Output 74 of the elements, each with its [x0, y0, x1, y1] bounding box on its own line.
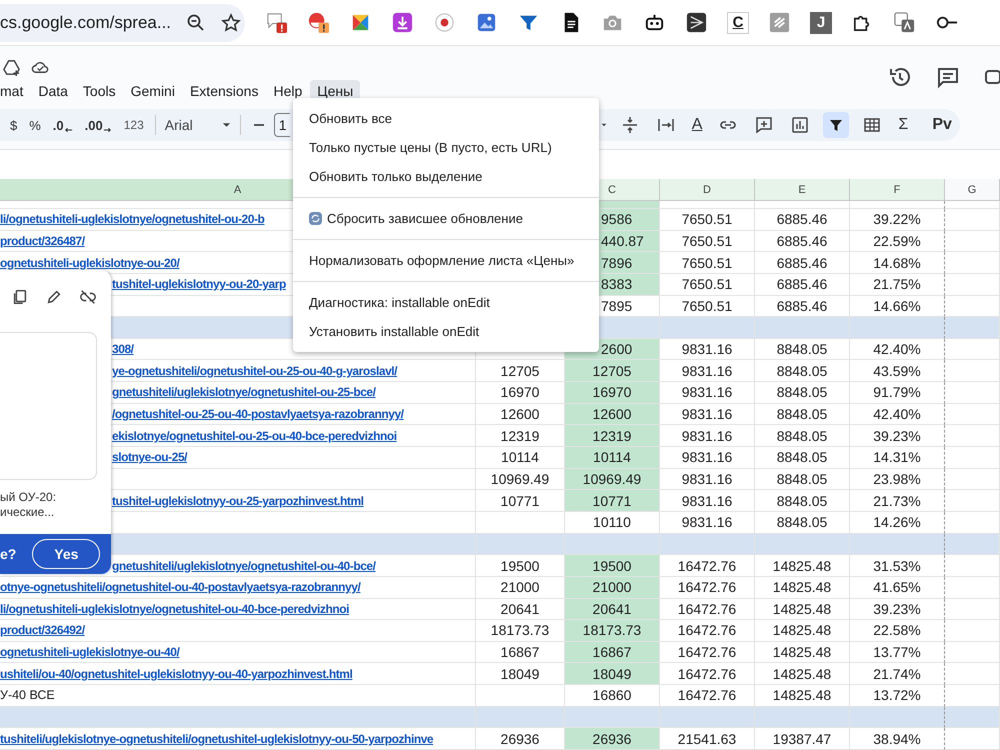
table-cell: 42.40% — [850, 338, 945, 360]
table-cell: 8848.05 — [755, 468, 850, 490]
table-cell: 21541.63 — [660, 728, 755, 750]
table-cell: 16472.76 — [660, 620, 755, 642]
table-cell: 16970 — [565, 382, 660, 404]
table-cell: 38.94% — [850, 728, 945, 750]
table-cell: 10771 — [565, 490, 660, 512]
table-cell: 14.68% — [850, 252, 945, 274]
table-cell: 7650.51 — [660, 252, 755, 274]
table-cell: 26936 — [565, 728, 660, 750]
table-cell: 10969.49 — [565, 468, 660, 490]
table-cell: 20641 — [565, 598, 660, 620]
table-cell: 42.40% — [850, 404, 945, 426]
table-cell: 14.31% — [850, 447, 945, 469]
table-cell: 6885.46 — [755, 230, 850, 252]
table-cell: 21.73% — [850, 490, 945, 512]
table-cell: 21.74% — [850, 663, 945, 686]
table-cell: 7650.51 — [660, 209, 755, 231]
table-cell: 6885.46 — [755, 209, 850, 231]
table-cell: 8848.05 — [755, 490, 850, 512]
table-cell: 91.79% — [850, 382, 945, 404]
table-cell: 10114 — [565, 447, 660, 469]
table-cell: 6885.46 — [755, 274, 850, 296]
table-cell: 12600 — [565, 404, 660, 426]
table-cell: 9831.16 — [660, 468, 755, 490]
table-cell: 41.65% — [850, 576, 945, 599]
table-cell: 9831.16 — [660, 382, 755, 404]
table-cell: 12319 — [565, 425, 660, 448]
table-cell: 22.58% — [850, 620, 945, 642]
table-cell: 9831.16 — [660, 490, 755, 512]
table-cell: 23.98% — [850, 468, 945, 490]
table-cell: 14825.48 — [755, 555, 850, 577]
table-cell: 39.22% — [850, 209, 945, 231]
table-cell: 8848.05 — [755, 425, 850, 448]
table-cell: 9831.16 — [660, 404, 755, 426]
table-cell: 14825.48 — [755, 598, 850, 620]
table-cell: 6885.46 — [755, 252, 850, 274]
table-cell: 16472.76 — [660, 598, 755, 620]
table-cell: 19500 — [565, 555, 660, 577]
table-cell: 8848.05 — [755, 447, 850, 469]
table-cell: 7650.51 — [660, 230, 755, 252]
table-cell: 22.59% — [850, 230, 945, 252]
table-cell: 9831.16 — [660, 425, 755, 448]
table-cell: 8848.05 — [755, 382, 850, 404]
table-cell: 12705 — [565, 360, 660, 382]
table-cell: 43.59% — [850, 360, 945, 382]
table-cell: 8848.05 — [755, 404, 850, 426]
table-cell: 19387.47 — [755, 728, 850, 750]
table-cell: 7650.51 — [660, 274, 755, 296]
table-cell: 8848.05 — [755, 338, 850, 360]
table-cell: 14825.48 — [755, 576, 850, 599]
table-cell: 9831.16 — [660, 338, 755, 360]
table-cell: 39.23% — [850, 598, 945, 620]
preview-text: ый ОУ-20: ические... — [0, 489, 58, 520]
table-cell: 39.23% — [850, 425, 945, 448]
table-cell: 18173.73 — [565, 620, 660, 642]
table-cell: 16867 — [565, 642, 660, 664]
table-cell: 9831.16 — [660, 360, 755, 382]
prompt-text: e? — [0, 546, 16, 562]
table-cell: 13.77% — [850, 642, 945, 664]
table-cell: 14825.48 — [755, 663, 850, 686]
table-cell: 9831.16 — [660, 447, 755, 469]
table-cell: 14825.48 — [755, 642, 850, 664]
table-cell: 16472.76 — [660, 576, 755, 599]
table-cell: 16472.76 — [660, 663, 755, 686]
table-cell: 31.53% — [850, 555, 945, 577]
table-cell: 16472.76 — [660, 555, 755, 577]
table-cell: 21.75% — [850, 274, 945, 296]
table-cell: 21000 — [565, 576, 660, 599]
table-cell: 18049 — [565, 663, 660, 686]
url-text: cs.google.com/sprea... — [0, 12, 172, 32]
table-cell: 16472.76 — [660, 642, 755, 664]
table-cell: 14825.48 — [755, 620, 850, 642]
table-cell: 8848.05 — [755, 360, 850, 382]
